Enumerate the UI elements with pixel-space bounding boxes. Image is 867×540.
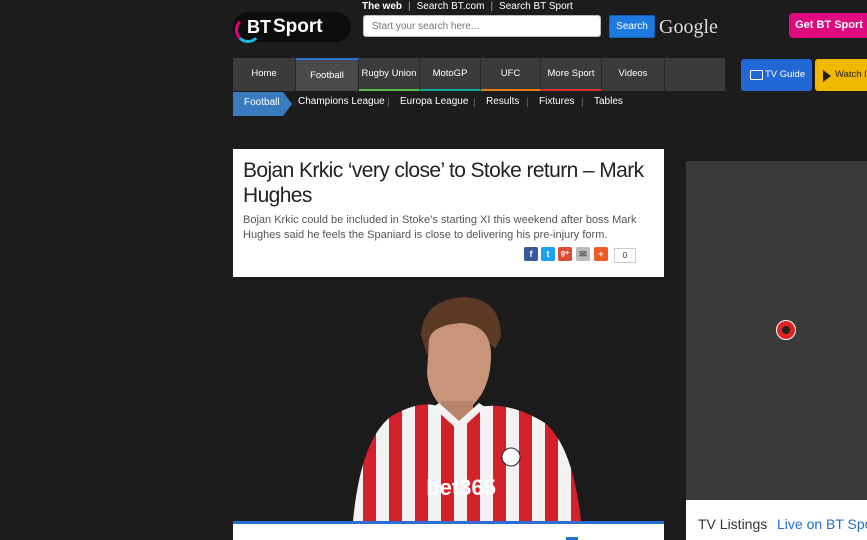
search-scope-web[interactable]: The web	[362, 1, 402, 12]
nav-ufc[interactable]: UFC	[481, 58, 541, 91]
subnav-divider: |	[387, 97, 390, 108]
search-button[interactable]: Search	[609, 15, 655, 38]
nav-football[interactable]: Football	[296, 58, 359, 91]
subnav-divider: |	[581, 97, 584, 108]
nav-rugby-union[interactable]: Rugby Union	[359, 58, 420, 91]
search-input[interactable]	[363, 15, 601, 37]
subnav-football-active[interactable]: Football	[233, 92, 283, 116]
logo-sport-text: Sport	[273, 16, 323, 37]
player-photo-illustration: bet365	[233, 277, 664, 521]
logo-swoosh-icon	[235, 17, 261, 43]
article-standfirst: Bojan Krkic could be included in Stoke’s…	[243, 214, 637, 241]
nav-more-sport[interactable]: More Sport	[541, 58, 602, 91]
search-scope-links: The web | Search BT.com | Search BT Sport	[362, 1, 573, 12]
shirt-sponsor-text: bet365	[426, 475, 496, 500]
email-icon[interactable]: ✉	[576, 247, 590, 261]
tv-listings-title[interactable]: TV Listings	[698, 516, 767, 532]
subnav-tables[interactable]: Tables	[594, 96, 623, 107]
main-nav: Home Football Rugby Union MotoGP UFC Mor…	[233, 58, 725, 91]
addthis-icon[interactable]: +	[594, 247, 608, 261]
subnav-champions-league[interactable]: Champions League	[298, 96, 385, 107]
subnav-divider: |	[473, 97, 476, 108]
twitter-icon[interactable]: t	[541, 247, 555, 261]
search-scope-btcom[interactable]: Search BT.com	[417, 1, 485, 12]
article-body-start	[233, 521, 664, 540]
subnav-divider: |	[526, 97, 529, 108]
tv-guide-button[interactable]: TV Guide	[741, 59, 812, 91]
play-icon	[823, 70, 831, 82]
google-logo: Google	[659, 16, 718, 38]
article-headline: Bojan Krkic ‘very close’ to Stoke return…	[243, 159, 644, 207]
tv-icon	[750, 70, 763, 80]
nav-videos[interactable]: Videos	[602, 58, 665, 91]
watch-live-label: Watch li	[835, 69, 867, 80]
subnav-fixtures[interactable]: Fixtures	[539, 96, 575, 107]
live-on-bt-sport-link[interactable]: Live on BT Sport	[777, 516, 867, 532]
advert-loading-icon-center	[782, 326, 790, 334]
tv-guide-label: TV Guide	[765, 69, 806, 80]
watch-live-button[interactable]: Watch li	[815, 59, 867, 91]
subnav-active-arrow	[283, 92, 292, 116]
share-count: 0	[614, 248, 636, 263]
facebook-icon[interactable]: f	[524, 247, 538, 261]
nav-motogp[interactable]: MotoGP	[420, 58, 481, 91]
bt-sport-logo[interactable]: BT Sport	[233, 12, 351, 43]
subnav-europa-league[interactable]: Europa League	[400, 96, 468, 107]
search-scope-btsport[interactable]: Search BT Sport	[499, 1, 573, 12]
get-bt-sport-button[interactable]: Get BT Sport	[789, 13, 867, 38]
article-photo: bet365	[233, 277, 664, 521]
subnav-results[interactable]: Results	[486, 96, 519, 107]
google-plus-icon[interactable]: g+	[558, 247, 572, 261]
nav-home[interactable]: Home	[233, 58, 296, 91]
